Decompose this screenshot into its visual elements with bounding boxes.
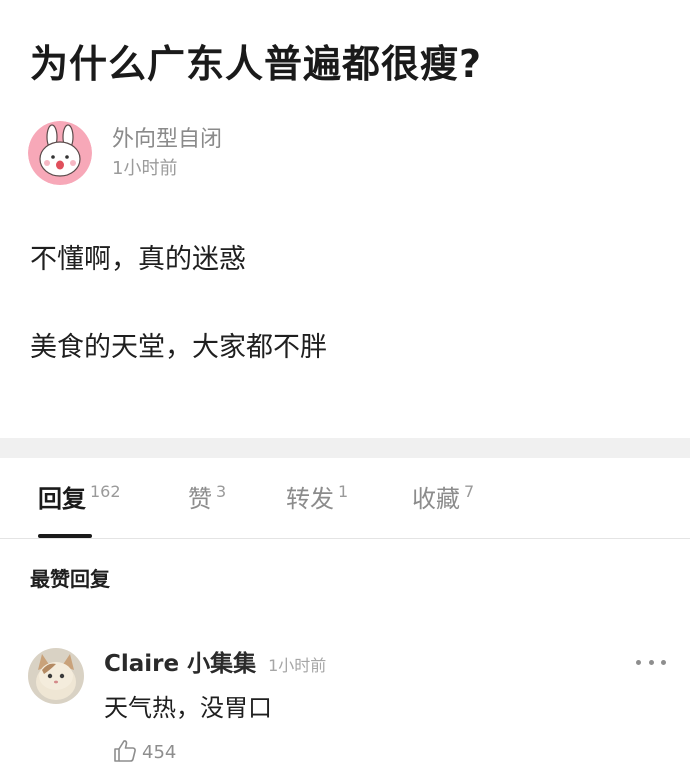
comment-item: Claire 小集集 1小时前 天气热，没胃口 454 bbox=[28, 644, 668, 772]
comment-like-button[interactable]: 454 bbox=[112, 738, 176, 768]
tab-label: 回复 bbox=[38, 485, 86, 513]
tab-bar: 回复 162 赞 3 转发 1 收藏 7 bbox=[0, 458, 690, 539]
post-title: 为什么广东人普遍都很瘦? bbox=[30, 42, 483, 86]
like-count: 454 bbox=[142, 742, 177, 763]
comment-header: Claire 小集集 1小时前 bbox=[104, 648, 326, 680]
dot bbox=[636, 659, 641, 665]
tab-label: 收藏 bbox=[412, 485, 460, 513]
bunny-avatar-icon[interactable] bbox=[28, 121, 92, 185]
section-divider bbox=[0, 438, 690, 458]
tab-count: 1 bbox=[338, 482, 349, 501]
tab-favorites[interactable]: 收藏 7 bbox=[412, 482, 474, 538]
comment-username[interactable]: Claire 小集集 bbox=[104, 648, 256, 680]
tab-reposts[interactable]: 转发 1 bbox=[286, 482, 348, 538]
active-tab-indicator bbox=[38, 534, 92, 538]
tab-likes[interactable]: 赞 3 bbox=[188, 482, 226, 538]
comment-time: 1小时前 bbox=[268, 656, 327, 675]
comment-text: 天气热，没胃口 bbox=[104, 694, 272, 722]
post-time: 1小时前 bbox=[112, 158, 178, 179]
post-body-line: 美食的天堂，大家都不胖 bbox=[30, 332, 327, 363]
author-meta: 外向型自闭 1小时前 bbox=[112, 124, 222, 182]
tab-count: 7 bbox=[464, 482, 475, 501]
post-body: 不懂啊，真的迷惑 美食的天堂，大家都不胖 bbox=[30, 240, 660, 368]
author-name[interactable]: 外向型自闭 bbox=[112, 124, 222, 156]
tab-count: 162 bbox=[90, 482, 121, 501]
tab-label: 赞 bbox=[188, 485, 212, 513]
tab-label: 转发 bbox=[286, 485, 334, 513]
author-row[interactable]: 外向型自闭 1小时前 bbox=[28, 120, 222, 186]
tab-count: 3 bbox=[216, 482, 227, 501]
dot bbox=[661, 659, 666, 665]
section-heading: 最赞回复 bbox=[30, 567, 110, 591]
more-dots-icon[interactable] bbox=[636, 656, 666, 668]
thumbs-up-icon bbox=[112, 738, 138, 768]
tab-replies[interactable]: 回复 162 bbox=[38, 482, 121, 538]
dot bbox=[648, 659, 654, 665]
cat-avatar-icon[interactable] bbox=[28, 648, 84, 704]
post-body-line: 不懂啊，真的迷惑 bbox=[30, 244, 246, 275]
